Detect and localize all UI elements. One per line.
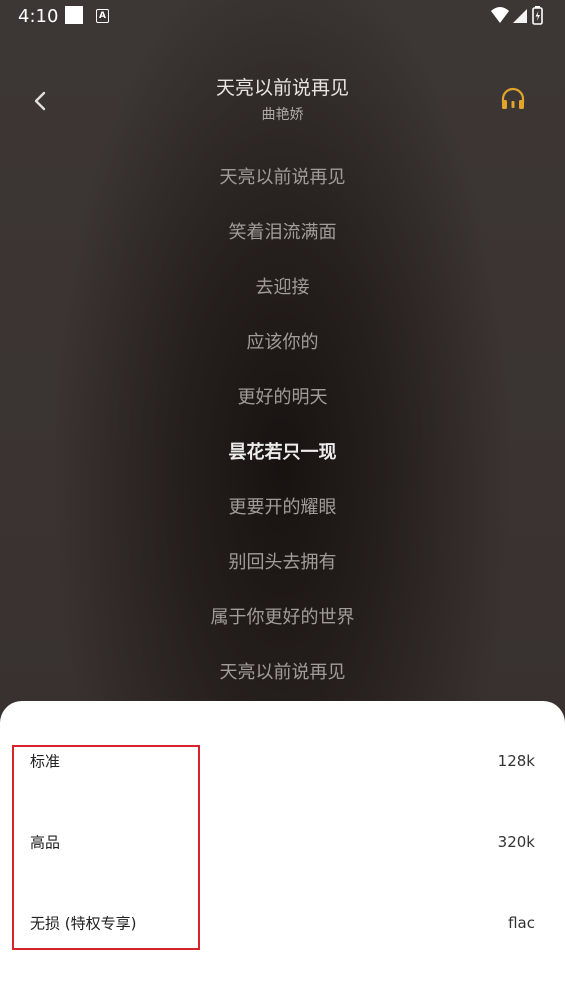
headphones-button[interactable] (500, 87, 526, 111)
lyric-line[interactable]: 去迎接 (0, 273, 565, 299)
square-icon (65, 6, 83, 24)
player-header: 天亮以前说再见 曲艳娇 (0, 68, 565, 128)
quality-option-rate: 128k (497, 752, 535, 770)
a-icon: A (96, 9, 109, 23)
quality-bottom-sheet: 标准 128k 高品 320k 无损 (特权专享) flac (0, 701, 565, 1004)
wifi-icon (491, 7, 509, 23)
status-bar: 4:10 A (0, 0, 565, 32)
lyric-line[interactable]: 应该你的 (0, 328, 565, 354)
lyric-line[interactable]: 天亮以前说再见 (0, 658, 565, 684)
artist-name: 曲艳娇 (261, 107, 304, 123)
lyric-line[interactable]: 更好的明天 (0, 383, 565, 409)
song-title: 天亮以前说再见 (215, 77, 349, 99)
quality-option-rate: flac (508, 914, 535, 932)
system-icons (489, 5, 551, 27)
status-time: 4:10 (18, 6, 59, 27)
quality-option-rate: 320k (497, 833, 535, 851)
lyric-line[interactable]: 属于你更好的世界 (0, 603, 565, 629)
headphones-icon (501, 87, 525, 109)
lyric-line-current[interactable]: 昙花若只一现 (0, 438, 565, 464)
lyric-line[interactable]: 笑着泪流满面 (0, 218, 565, 244)
highlight-box (12, 745, 200, 950)
lyric-line[interactable]: 别回头去拥有 (0, 548, 565, 574)
battery-icon (532, 6, 543, 25)
lyric-line[interactable]: 更要开的耀眼 (0, 493, 565, 519)
lyric-line[interactable]: 天亮以前说再见 (0, 163, 565, 189)
signal-icon (513, 9, 527, 23)
